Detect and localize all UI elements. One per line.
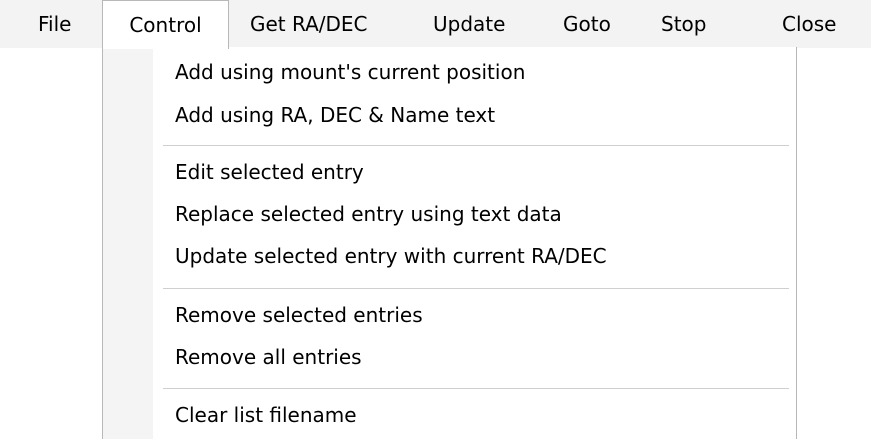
menu-item-clear-filename[interactable]: Clear list filename	[175, 395, 357, 435]
menu-control[interactable]: Control	[102, 0, 229, 49]
menu-item-remove-all[interactable]: Remove all entries	[175, 337, 362, 377]
menu-icon-gutter	[103, 47, 153, 439]
menu-item-update-selected[interactable]: Update selected entry with current RA/DE…	[175, 236, 607, 276]
menu-separator	[163, 145, 789, 146]
menu-item-add-current-position[interactable]: Add using mount's current position	[175, 52, 525, 92]
menu-separator	[163, 388, 789, 389]
menu-item-replace-selected[interactable]: Replace selected entry using text data	[175, 194, 562, 234]
menu-item-add-ra-dec-name[interactable]: Add using RA, DEC & Name text	[175, 95, 495, 135]
menu-get-ra-dec[interactable]: Get RA/DEC	[250, 0, 368, 48]
menu-file[interactable]: File	[38, 0, 71, 48]
menu-update[interactable]: Update	[433, 0, 505, 48]
menu-close[interactable]: Close	[782, 0, 836, 48]
control-dropdown-menu: Add using mount's current position Add u…	[102, 47, 797, 439]
menu-bar: File Control Get RA/DEC Update Goto Stop…	[0, 0, 871, 49]
menu-item-remove-selected[interactable]: Remove selected entries	[175, 295, 423, 335]
menu-goto[interactable]: Goto	[563, 0, 611, 48]
menu-separator	[163, 288, 789, 289]
menu-stop[interactable]: Stop	[661, 0, 706, 48]
menu-item-edit-selected[interactable]: Edit selected entry	[175, 152, 364, 192]
